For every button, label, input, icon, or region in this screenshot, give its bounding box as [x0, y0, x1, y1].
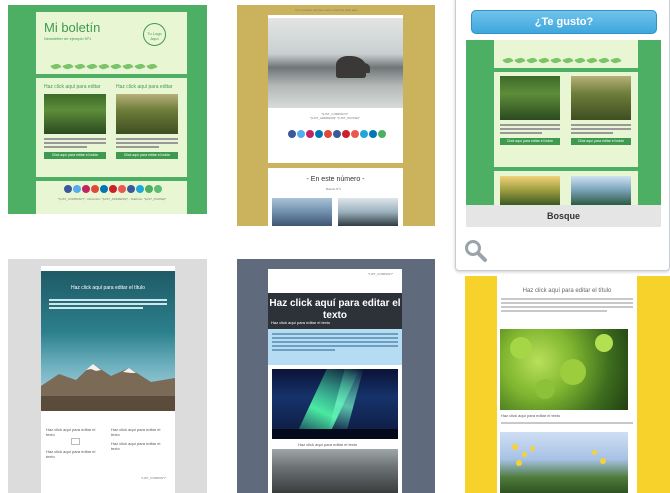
hero-title: Haz click aquí para editar el título: [71, 285, 145, 291]
text-lines: [116, 138, 178, 148]
template-thumbnail-mountain[interactable]: Haz click aquí para editar el título Haz…: [8, 259, 207, 493]
merge-tags: *LIST_COMPANY*: [368, 272, 394, 276]
column-button: Click aquí para editar el botón: [500, 138, 560, 145]
hero-text-lines: [49, 299, 167, 311]
text-lines: [571, 124, 631, 134]
coast-photo: [268, 18, 403, 108]
text-lines: [500, 124, 560, 134]
aurora-image: [272, 369, 398, 439]
yellow-flowers-image: [500, 432, 628, 493]
template-title: Haz click aquí para editar el título: [522, 288, 612, 294]
clover-leaves-image: [500, 329, 628, 410]
social-icons: [288, 130, 387, 138]
forest-image: [500, 76, 560, 120]
divider-band: [36, 177, 187, 181]
template-preview-image[interactable]: Click aquí para editar el botón Click aq…: [466, 40, 661, 205]
newsletter-title: Mi boletín: [44, 20, 101, 35]
template-thumbnail-aurora[interactable]: *LIST_COMPANY* Haz click aquí para edita…: [237, 259, 435, 493]
leaf-divider: [50, 56, 175, 71]
column-heading: Haz click aquí para editar: [116, 84, 173, 90]
forest-image: [44, 94, 106, 134]
in-this-issue-heading: - En este número -: [306, 176, 365, 183]
column-text-left: Haz click aquí para editar el texto: [46, 427, 96, 437]
template-paper: Mi boletín Newsletter de ejemplo Nº1 Tu …: [36, 12, 187, 214]
text-lines: [501, 298, 633, 314]
search-icon[interactable]: [464, 239, 488, 263]
divider-band: [36, 74, 187, 78]
forest-path-image: [571, 76, 631, 120]
template-paper: Haz click aquí para editar el título Haz…: [497, 276, 637, 493]
separator: [268, 163, 403, 168]
beach-image: [272, 449, 398, 493]
like-button[interactable]: ¿Te gusto?: [471, 10, 657, 34]
template-name: Bosque: [466, 205, 661, 227]
merge-tags: *|LIST_COMPANY|* - Dirección: *|LIST_ADD…: [58, 197, 167, 201]
template-preview-popup: ¿Te gusto? Click aquí para editar el bot…: [455, 0, 670, 271]
content-column-right: Click aquí para editar el botón: [571, 76, 631, 145]
issue-number: Boletín Nº1: [326, 187, 342, 191]
leaf-divider: [502, 50, 632, 65]
social-icons: [64, 185, 163, 193]
lake-image: [571, 176, 631, 205]
column-heading: Haz click aquí para editar: [44, 84, 101, 90]
image-caption: Haz click aquí para editar el texto: [501, 413, 561, 418]
template-thumbnail-yellow[interactable]: Haz click aquí para editar el título Haz…: [465, 276, 670, 493]
content-column-left: Click aquí para editar el botón: [500, 76, 560, 145]
template-thumbnail-coast[interactable]: Si no puedes ver bien este email haz cli…: [237, 5, 435, 226]
merge-tags: *|LIST_COMPANY|* *|LIST_ADDRESS|* *|LIST…: [310, 112, 360, 120]
content-column-left: Haz click aquí para editar Click aquí pa…: [44, 84, 106, 159]
text-lines: [44, 138, 106, 148]
article-image-left: [272, 198, 332, 226]
mountain-hero: Haz click aquí para editar el título: [41, 271, 175, 411]
template-thumbnail-green[interactable]: Mi boletín Newsletter de ejemplo Nº1 Tu …: [8, 5, 207, 214]
newsletter-subtitle: Newsletter de ejemplo Nº1: [44, 36, 92, 41]
footer-merge-tags: *LIST_COMPANY*: [141, 476, 167, 480]
article-image-right: [338, 198, 398, 226]
content-column-right: Haz click aquí para editar Click aquí pa…: [116, 84, 178, 159]
template-paper: Haz click aquí para editar el título Haz…: [41, 266, 175, 493]
template-paper: *|LIST_COMPANY|* *|LIST_ADDRESS|* *|LIST…: [268, 15, 403, 226]
image-placeholder-icon: [71, 438, 80, 445]
column-button: Click aquí para editar el botón: [571, 138, 631, 145]
divider-band: [494, 167, 638, 171]
template-paper: *LIST_COMPANY* Haz click aquí para edita…: [268, 269, 402, 493]
headline-subtext: Haz click aquí para editar el texto: [271, 320, 331, 325]
divider-band: [494, 68, 638, 72]
template-paper: Click aquí para editar el botón Click aq…: [494, 40, 638, 205]
column-text-right: Haz click aquí para editar el texto: [111, 427, 161, 437]
column-text-left: Haz click aquí para editar el texto: [46, 449, 96, 459]
forest-path-image: [116, 94, 178, 134]
column-button: Click aquí para editar el botón: [44, 152, 106, 159]
autumn-forest-image: [500, 176, 560, 205]
highlight-text-block: [268, 329, 402, 365]
mountain-illustration: [41, 364, 175, 411]
view-online-note: Si no puedes ver bien este email haz cli…: [295, 8, 358, 12]
column-button: Click aquí para editar el botón: [116, 152, 178, 159]
image-caption: Haz click aquí para editar el texto: [298, 442, 358, 447]
logo-placeholder: Tu Logo Aquí: [143, 23, 166, 46]
column-text-right: Haz click aquí para editar el texto: [111, 441, 161, 451]
